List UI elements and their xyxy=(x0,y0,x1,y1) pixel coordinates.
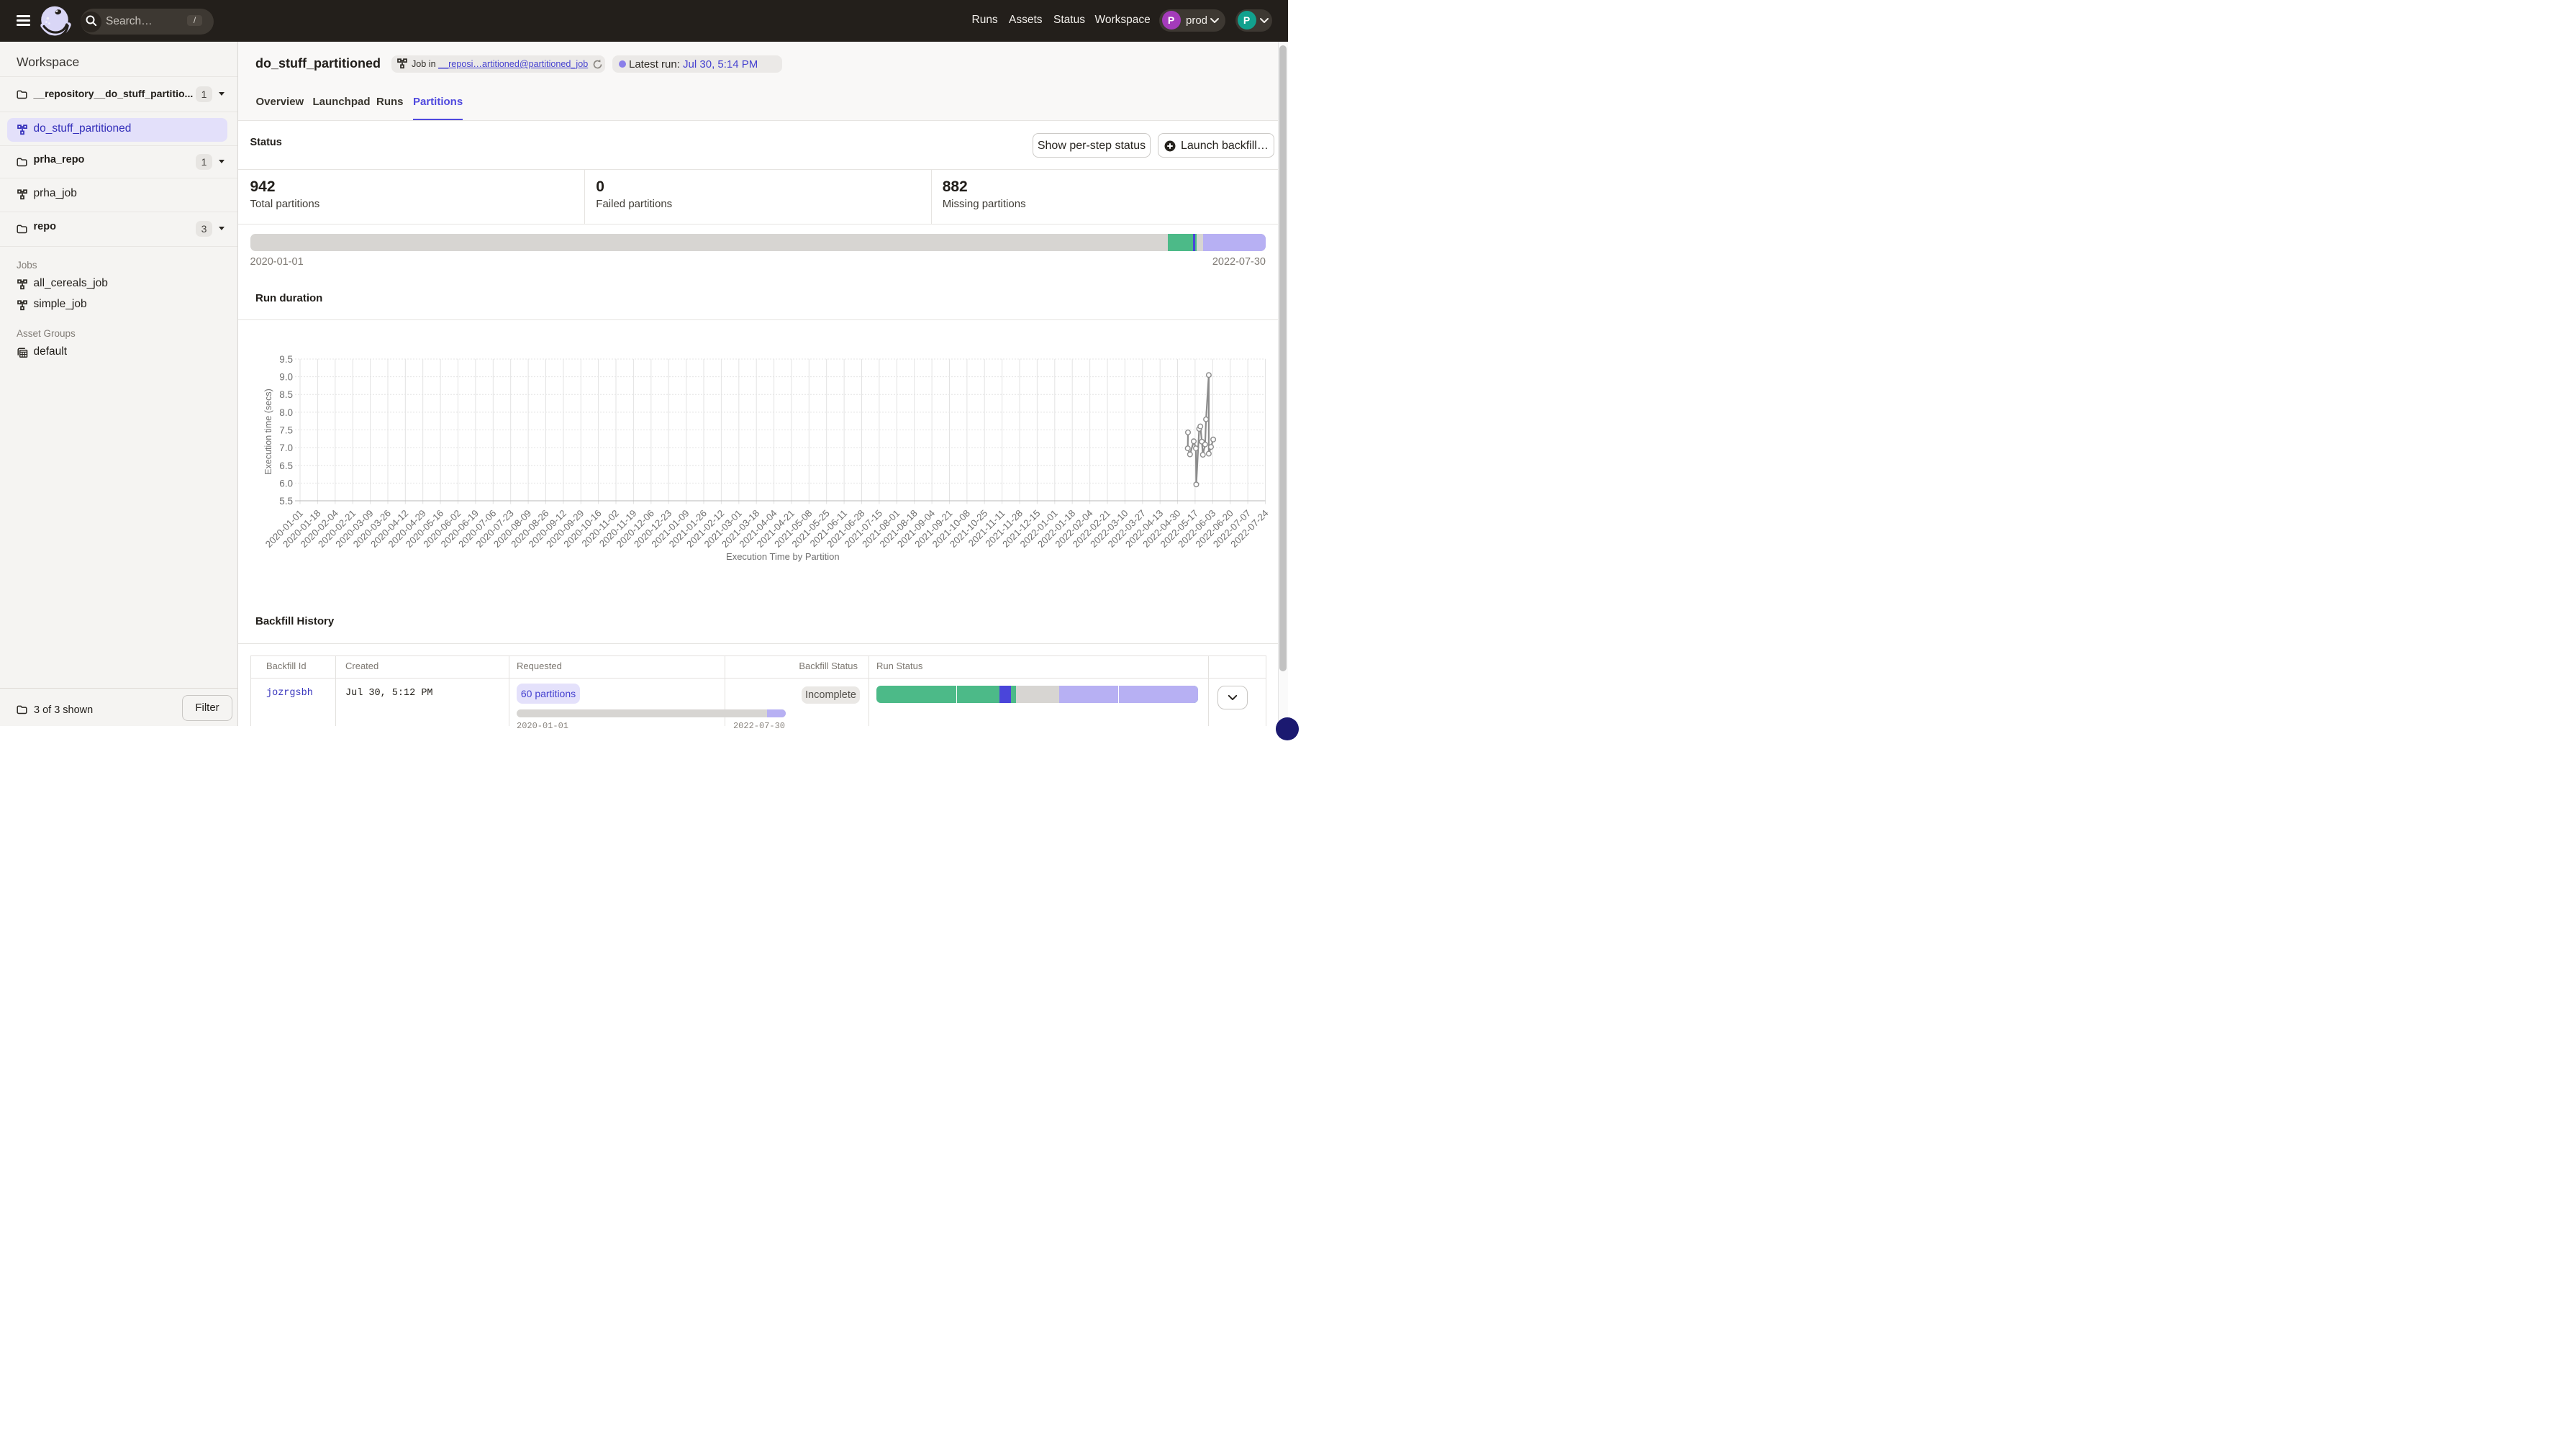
svg-text:8.5: 8.5 xyxy=(279,389,293,400)
svg-text:5.5: 5.5 xyxy=(279,496,293,507)
svg-text:7.0: 7.0 xyxy=(279,443,293,453)
svg-text:6.0: 6.0 xyxy=(279,478,293,489)
svg-text:8.0: 8.0 xyxy=(279,407,293,418)
svg-text:Execution time (secs): Execution time (secs) xyxy=(263,389,273,474)
svg-text:6.5: 6.5 xyxy=(279,460,293,471)
svg-text:9.5: 9.5 xyxy=(279,354,293,365)
svg-text:7.5: 7.5 xyxy=(279,425,293,436)
svg-text:9.0: 9.0 xyxy=(279,372,293,383)
svg-text:Execution Time by Partition: Execution Time by Partition xyxy=(726,551,840,562)
